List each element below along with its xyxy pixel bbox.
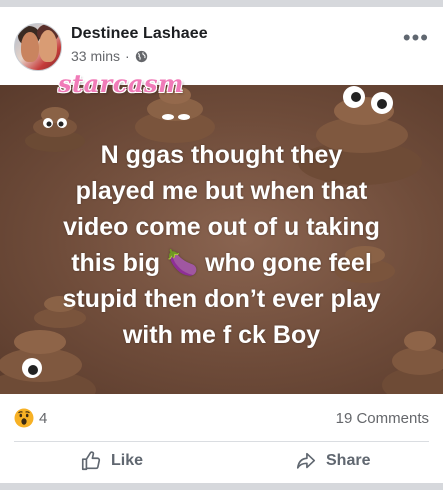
post-time[interactable]: 33 mins	[71, 48, 120, 64]
post-image[interactable]: N ggas thought they played me but when t…	[0, 85, 443, 394]
watermark-logo: starcasm	[58, 69, 184, 98]
post-text-line: video come out of u taking	[63, 213, 380, 241]
more-options-icon[interactable]: •••	[403, 27, 429, 49]
post-text-line: with me f ck Boy	[122, 321, 321, 349]
post-meta: 33 mins ·	[71, 48, 148, 64]
post-text-line: this big 🍆 who gone feel	[71, 249, 372, 277]
post-stats: 4 19 Comments	[0, 394, 443, 442]
avatar[interactable]	[14, 23, 62, 71]
share-arrow-icon	[296, 452, 316, 469]
like-label: Like	[111, 452, 144, 469]
post-text-line: played me but when that	[75, 177, 368, 205]
wow-reaction-icon[interactable]	[14, 408, 34, 428]
post-text-line: stupid then don’t ever play	[62, 285, 381, 313]
post-actions: Like Share	[0, 442, 443, 483]
meta-separator: ·	[125, 48, 130, 64]
post-card: Destinee Lashaee 33 mins · ••• starcasm	[0, 7, 443, 483]
like-button[interactable]: Like	[80, 450, 143, 472]
globe-icon	[135, 50, 147, 62]
comments-count[interactable]: 19 Comments	[336, 410, 429, 427]
author-name[interactable]: Destinee Lashaee	[71, 25, 208, 43]
post-text: N ggas thought they played me but when t…	[20, 137, 423, 353]
post-text-line: N ggas thought they	[100, 141, 343, 169]
thumbs-up-icon	[81, 451, 101, 471]
share-label: Share	[326, 452, 371, 469]
share-button[interactable]: Share	[295, 450, 370, 472]
reaction-count[interactable]: 4	[39, 410, 47, 427]
